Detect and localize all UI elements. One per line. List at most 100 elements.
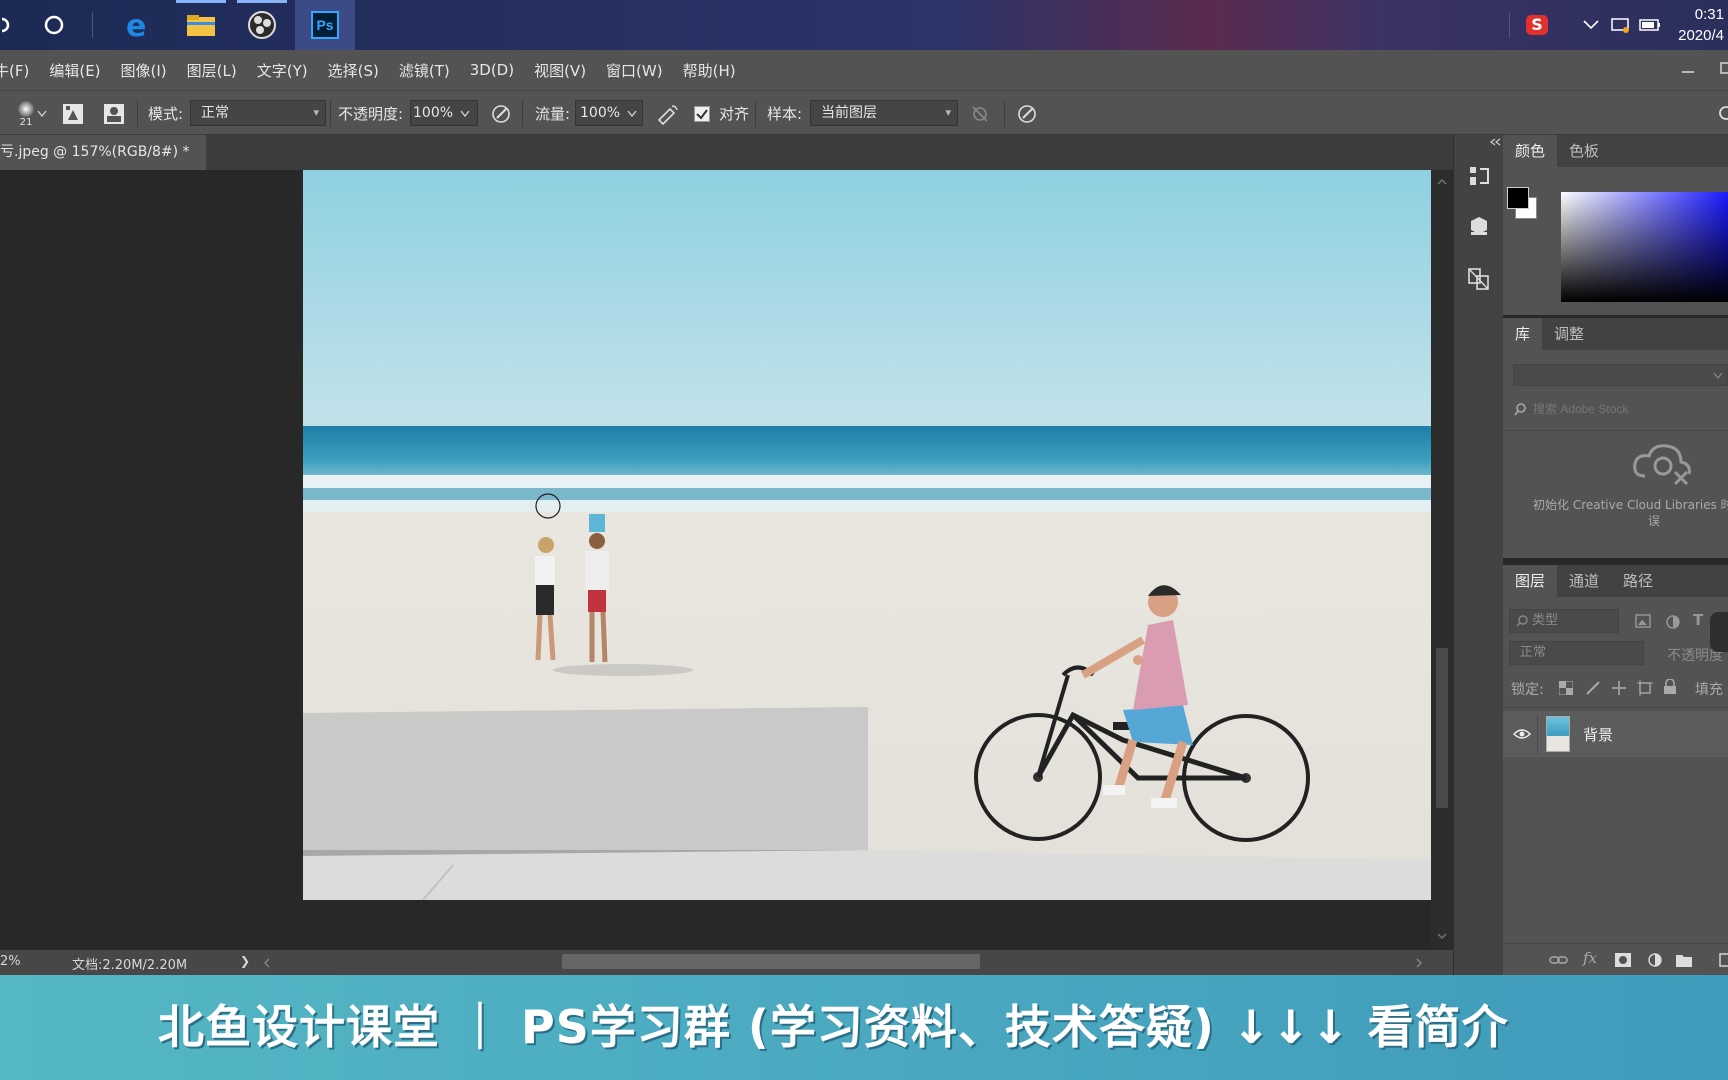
edge-taskbar-button[interactable]: e xyxy=(115,0,159,50)
document-image[interactable] xyxy=(303,170,1431,900)
system-clock[interactable]: 0:31 2020/4 xyxy=(1678,4,1724,46)
file-explorer-taskbar-button[interactable] xyxy=(176,0,226,50)
lock-transparent-icon[interactable] xyxy=(1559,681,1573,695)
sogou-ime-tray-button[interactable]: S xyxy=(1522,0,1552,50)
menu-image[interactable]: 图像(I) xyxy=(121,60,167,81)
document-tab[interactable]: 亏.jpeg @ 157%(RGB/8#) * × xyxy=(0,135,206,170)
floating-side-handle[interactable] xyxy=(1710,612,1728,652)
tab-paths[interactable]: 路径 xyxy=(1611,565,1665,597)
foreground-color-swatch[interactable] xyxy=(1507,187,1529,209)
filter-pixel-icon[interactable] xyxy=(1635,614,1653,630)
layer-row-background[interactable]: 背景 xyxy=(1503,711,1728,757)
cube-icon xyxy=(1471,217,1487,235)
library-select[interactable] xyxy=(1513,364,1728,386)
blend-mode-select[interactable]: 正常 ▾ xyxy=(190,100,326,126)
layers-panel: 图层 通道 路径 类型 T 正常 不透明度 锁定: 填充 背景 fx xyxy=(1503,565,1728,975)
cortana-button[interactable] xyxy=(34,0,74,50)
obs-icon xyxy=(248,11,276,39)
flow-value: 100% xyxy=(580,105,621,121)
brush-tip-icon xyxy=(18,100,34,117)
lock-position-icon[interactable] xyxy=(1611,680,1627,696)
lock-all-icon[interactable] xyxy=(1663,679,1677,695)
tray-network-button[interactable] xyxy=(1606,0,1634,50)
menu-type[interactable]: 文字(Y) xyxy=(257,60,308,81)
lock-image-icon[interactable] xyxy=(1585,680,1601,696)
properties-panel-button[interactable] xyxy=(1462,262,1496,296)
tray-battery-button[interactable] xyxy=(1636,0,1664,50)
photoshop-taskbar-button[interactable]: Ps xyxy=(295,0,355,50)
scroll-left-icon[interactable] xyxy=(260,956,274,970)
tool-options-bar: 21 模式: 正常 ▾ 不透明度: 100% 流量: 100% 对齐 样本: 当… xyxy=(0,90,1728,135)
lock-artboard-icon[interactable] xyxy=(1637,680,1653,696)
chevron-up-icon xyxy=(1583,20,1599,30)
vertical-scroll-thumb[interactable] xyxy=(1436,648,1448,808)
brush-panel-icon xyxy=(63,103,83,124)
menu-edit[interactable]: 编辑(E) xyxy=(49,60,100,81)
scroll-up-icon xyxy=(1437,179,1447,185)
new-layer-icon[interactable] xyxy=(1718,952,1728,968)
minimize-button[interactable] xyxy=(1680,63,1710,77)
toggle-brush-panel-button[interactable] xyxy=(62,91,86,136)
tab-libraries[interactable]: 库 xyxy=(1503,318,1543,350)
pressure-opacity-button[interactable] xyxy=(490,91,514,136)
blend-mode-value: 正常 xyxy=(201,105,229,121)
flow-dropdown[interactable] xyxy=(627,91,643,136)
clock-date: 2020/4 xyxy=(1678,27,1724,44)
vertical-scrollbar[interactable] xyxy=(1431,170,1453,950)
search-button[interactable] xyxy=(1714,91,1728,136)
filter-adjustment-icon[interactable] xyxy=(1665,614,1681,630)
layer-blend-mode-select[interactable]: 正常 xyxy=(1509,641,1644,665)
layer-filter-select[interactable]: 类型 xyxy=(1509,609,1619,633)
new-adjustment-layer-icon[interactable] xyxy=(1647,952,1663,968)
chevron-down-icon xyxy=(460,110,470,117)
eye-icon[interactable] xyxy=(1513,728,1531,740)
restore-button[interactable] xyxy=(1718,60,1728,78)
close-tab-icon[interactable]: × xyxy=(204,144,206,160)
3d-panel-button[interactable] xyxy=(1462,209,1496,243)
start-button-partial[interactable] xyxy=(0,0,14,50)
opacity-dropdown[interactable] xyxy=(460,91,476,136)
sample-layer-select[interactable]: 当前图层 ▾ xyxy=(810,100,958,126)
zoom-level[interactable]: 2% xyxy=(0,954,21,969)
ignore-adjustment-layers-button[interactable] xyxy=(970,91,994,136)
menu-file[interactable]: 牛(F) xyxy=(0,60,29,81)
link-layers-icon[interactable] xyxy=(1549,953,1569,967)
tab-adjustments[interactable]: 调整 xyxy=(1542,318,1596,350)
history-panel-button[interactable] xyxy=(1462,159,1496,193)
new-group-icon[interactable] xyxy=(1675,952,1693,968)
clone-source-panel-button[interactable] xyxy=(103,91,127,136)
library-search-input[interactable] xyxy=(1533,398,1723,420)
taskbar-divider xyxy=(1509,12,1510,38)
taskbar-divider xyxy=(92,12,93,38)
obs-taskbar-button[interactable] xyxy=(237,0,287,50)
chevron-down-icon: ▾ xyxy=(313,106,319,119)
add-mask-icon[interactable] xyxy=(1614,952,1632,968)
menu-window[interactable]: 窗口(W) xyxy=(606,60,663,81)
color-picker-field[interactable] xyxy=(1561,192,1728,302)
layers-footer: fx xyxy=(1503,943,1728,975)
menu-select[interactable]: 选择(S) xyxy=(328,60,379,81)
tab-channels[interactable]: 通道 xyxy=(1557,565,1611,597)
menu-filter[interactable]: 滤镜(T) xyxy=(399,60,450,81)
brush-preset-dropdown[interactable] xyxy=(37,91,49,136)
opacity-label: 不透明度: xyxy=(338,105,404,123)
menu-3d[interactable]: 3D(D) xyxy=(470,61,514,79)
status-menu-arrow[interactable]: ❯ xyxy=(240,954,250,968)
layer-effects-icon[interactable]: fx xyxy=(1583,949,1597,967)
panel-divider xyxy=(1503,430,1728,431)
menu-help[interactable]: 帮助(H) xyxy=(683,60,736,81)
menu-view[interactable]: 视图(V) xyxy=(534,60,586,81)
horizontal-scroll-thumb[interactable] xyxy=(562,954,980,969)
menu-layer[interactable]: 图层(L) xyxy=(187,60,237,81)
tab-layers[interactable]: 图层 xyxy=(1503,565,1558,597)
aligned-checkbox[interactable] xyxy=(694,91,714,136)
tab-color[interactable]: 颜色 xyxy=(1503,135,1558,167)
tray-overflow-button[interactable] xyxy=(1578,0,1604,50)
chevron-down-icon xyxy=(627,110,637,117)
scroll-right-icon[interactable] xyxy=(1412,956,1426,970)
pressure-size-button[interactable] xyxy=(1016,91,1040,136)
airbrush-button[interactable] xyxy=(656,91,682,136)
sogou-icon: S xyxy=(1526,15,1548,35)
tab-swatches[interactable]: 色板 xyxy=(1557,135,1611,167)
filter-type-icon[interactable]: T xyxy=(1693,611,1703,629)
